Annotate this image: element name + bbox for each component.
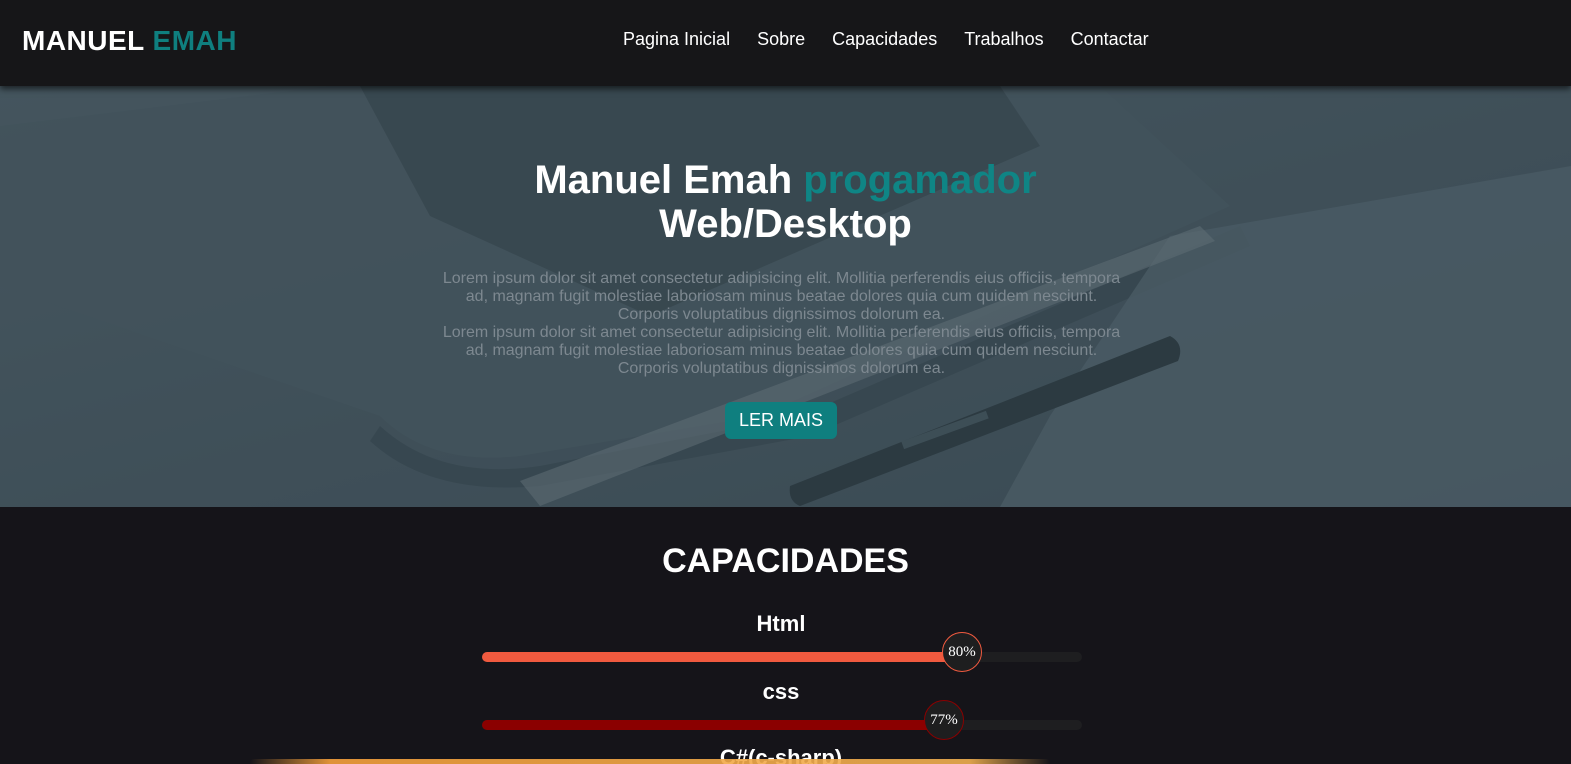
skill-bar-fill bbox=[482, 652, 962, 662]
hero-paragraph: Lorem ipsum dolor sit amet consectetur a… bbox=[442, 270, 1121, 323]
hero-description: Lorem ipsum dolor sit amet consectetur a… bbox=[440, 270, 1123, 378]
partial-bar-glow bbox=[250, 759, 1050, 764]
logo-accent: EMAH bbox=[152, 25, 237, 56]
nav-link-capacidades[interactable]: Capacidades bbox=[832, 29, 937, 50]
hero-title-role: Web/Desktop bbox=[659, 202, 912, 246]
skills-title: CAPACIDADES bbox=[662, 542, 909, 580]
nav-link-pagina-inicial[interactable]: Pagina Inicial bbox=[623, 29, 730, 50]
skill-percent-badge: 77% bbox=[924, 700, 964, 740]
nav-links: Pagina Inicial Sobre Capacidades Trabalh… bbox=[623, 29, 1176, 50]
nav-link-sobre[interactable]: Sobre bbox=[757, 29, 805, 50]
nav-link-contactar[interactable]: Contactar bbox=[1071, 29, 1149, 50]
ler-mais-button[interactable]: LER MAIS bbox=[725, 402, 837, 439]
skill-bar-css: 77% bbox=[482, 700, 1082, 740]
hero-paragraph: Lorem ipsum dolor sit amet consectetur a… bbox=[442, 324, 1121, 377]
skill-name-css: css bbox=[762, 679, 800, 704]
site-logo[interactable]: MANUEL EMAH bbox=[22, 25, 237, 57]
navbar: MANUEL EMAH Pagina Inicial Sobre Capacid… bbox=[0, 0, 1571, 86]
skill-name-html: Html bbox=[756, 611, 806, 636]
skill-percent-badge: 80% bbox=[942, 632, 982, 672]
nav-link-trabalhos[interactable]: Trabalhos bbox=[964, 29, 1043, 50]
logo-main: MANUEL bbox=[22, 25, 145, 56]
skill-bar-fill bbox=[482, 720, 944, 730]
hero-title: Manuel Emah progamador Web/Desktop bbox=[0, 158, 1571, 246]
hero-title-accent: progamador bbox=[803, 158, 1037, 202]
skill-bar-html: 80% bbox=[482, 632, 1082, 672]
hero-section: Manuel Emah progamador Web/Desktop Lorem… bbox=[0, 86, 1571, 507]
hero-title-name: Manuel Emah bbox=[534, 158, 793, 202]
